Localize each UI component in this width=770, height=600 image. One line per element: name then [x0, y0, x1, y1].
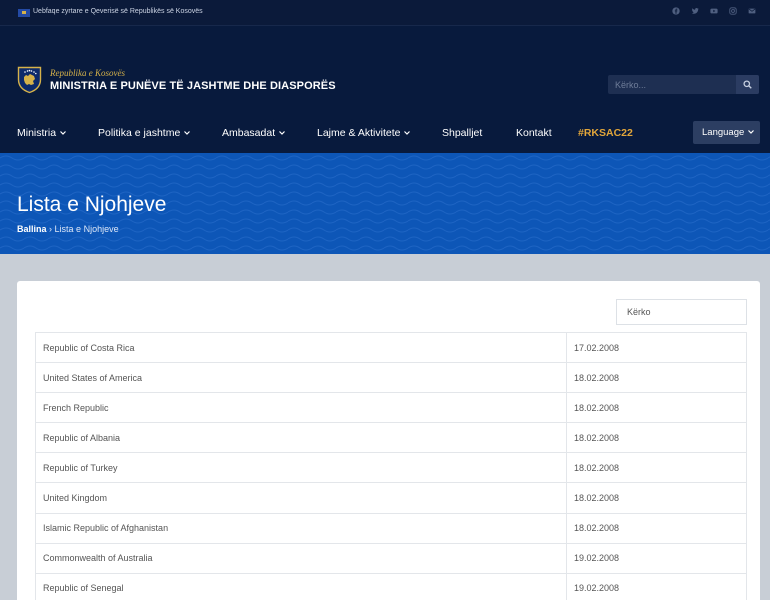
nav-item-label: #RKSAC22	[578, 127, 633, 139]
chevron-down-icon	[279, 131, 286, 135]
chevron-down-icon	[404, 131, 411, 135]
government-name[interactable]: Republika e Kosovës	[50, 68, 125, 78]
breadcrumb-current: Lista e Njohjeve	[54, 224, 119, 234]
top-bar: Uebfaqe zyrtare e Qeverisë së Republikës…	[0, 0, 770, 26]
table-row: United States of America 18.02.2008	[35, 362, 747, 394]
table-row: United Kingdom 18.02.2008	[35, 482, 747, 514]
date-cell: 18.02.2008	[566, 482, 747, 514]
table-row: Republic of Albania 18.02.2008	[35, 422, 747, 454]
country-cell: Republic of Albania	[35, 422, 567, 454]
facebook-icon[interactable]	[672, 7, 680, 15]
nav-item-label: Shpalljet	[442, 127, 483, 139]
date-cell: 19.02.2008	[566, 542, 747, 574]
country-cell: Republic of Costa Rica	[35, 331, 567, 364]
table-row: Islamic Republic of Afghanistan 18.02.200…	[35, 512, 747, 544]
date-cell: 18.02.2008	[566, 512, 747, 544]
email-icon[interactable]	[748, 7, 756, 15]
site-header: Republika e Kosovës MINISTRIA E PUNËVE T…	[0, 26, 770, 153]
table-row: Commonwealth of Australia 19.02.2008	[35, 542, 747, 574]
nav-item-label: Politika e jashtme	[98, 127, 181, 139]
country-cell: United Kingdom	[35, 482, 567, 514]
recognition-list-card: Republic of Costa Rica17.02.2008 United …	[17, 281, 760, 600]
country-cell: Islamic Republic of Afghanistan	[35, 512, 567, 544]
date-cell: 17.02.2008	[566, 331, 747, 364]
table-row: Republic of Turkey 18.02.2008	[35, 452, 747, 484]
twitter-icon[interactable]	[691, 7, 699, 15]
youtube-icon[interactable]	[710, 7, 718, 15]
ministry-name[interactable]: MINISTRIA E PUNËVE TË JASHTME DHE DIASPO…	[50, 80, 336, 92]
recognitions-table: Republic of Costa Rica 17.02.2008 United …	[35, 331, 747, 600]
kosovo-flag-icon	[18, 9, 30, 17]
nav-item-label: Ambasadat	[222, 127, 276, 139]
site-search	[608, 75, 759, 94]
nav-item-politika[interactable]: Politika e jashtme	[98, 127, 191, 139]
nav-item-kontakt[interactable]: Kontakt	[516, 127, 552, 139]
site-search-button[interactable]	[736, 75, 759, 94]
breadcrumb-home[interactable]: Ballina	[17, 224, 47, 234]
country-cell: Republic of Senegal	[35, 572, 567, 600]
table-search	[616, 299, 747, 325]
search-icon	[743, 80, 752, 89]
nav-item-rksac22[interactable]: #RKSAC22	[578, 127, 633, 139]
date-cell: 18.02.2008	[566, 452, 747, 484]
country-cell: Republic of Turkey	[35, 452, 567, 484]
nav-item-label: Kontakt	[516, 127, 552, 139]
date-cell: 18.02.2008	[566, 362, 747, 394]
site-search-input[interactable]	[608, 75, 736, 94]
table-row: French Republic 18.02.2008	[35, 392, 747, 424]
breadcrumb: Ballina › Lista e Njohjeve	[17, 224, 119, 234]
table-row: Republic of Costa Rica 17.02.2008	[35, 331, 747, 364]
chevron-down-icon	[184, 131, 191, 135]
language-select[interactable]: Language	[693, 121, 760, 144]
country-cell: United States of America	[35, 362, 567, 394]
date-cell: 18.02.2008	[566, 392, 747, 424]
date-cell: 18.02.2008	[566, 422, 747, 454]
date-cell: 19.02.2008	[566, 572, 747, 600]
nav-item-lajme[interactable]: Lajme & Aktivitete	[317, 127, 411, 139]
nav-item-label: Ministria	[17, 127, 57, 139]
chevron-down-icon	[60, 131, 67, 135]
page-banner: Lista e Njohjeve Ballina › Lista e Njohj…	[0, 153, 770, 254]
nav-item-shpalljet[interactable]: Shpalljet	[442, 127, 482, 139]
social-links	[672, 7, 756, 15]
chevron-down-icon	[748, 130, 754, 134]
breadcrumb-separator: ›	[49, 224, 53, 234]
page-title: Lista e Njohjeve	[17, 193, 167, 216]
main-nav: Ministria Politika e jashtme Ambasadat L…	[0, 123, 680, 143]
nav-item-ambasadat[interactable]: Ambasadat	[222, 127, 286, 139]
country-cell: Commonwealth of Australia	[35, 542, 567, 574]
language-label: Language	[702, 127, 745, 138]
official-site-notice: Uebfaqe zyrtare e Qeverisë së Republikës…	[33, 8, 203, 15]
table-search-input[interactable]	[617, 300, 746, 324]
instagram-icon[interactable]	[729, 7, 737, 15]
nav-item-label: Lajme & Aktivitete	[317, 127, 401, 139]
table-row: Republic of Senegal 19.02.2008	[35, 572, 747, 600]
country-cell: French Republic	[35, 392, 567, 424]
kosovo-coat-of-arms-icon[interactable]	[17, 66, 42, 94]
nav-item-ministria[interactable]: Ministria	[17, 127, 67, 139]
